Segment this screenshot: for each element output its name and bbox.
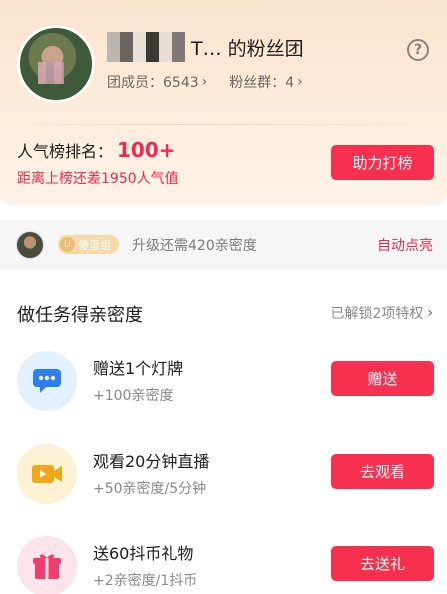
fan-club-header: T… 的粉丝团 ? 团成员：6543 › 粉丝群：4 › 人气榜排名： 100+… xyxy=(0,0,447,205)
chevron-right-icon: › xyxy=(427,305,433,321)
rank-row: 人气榜排名： 100+ xyxy=(17,138,176,162)
task-name: 观看20分钟直播 xyxy=(93,452,210,471)
unlocked-privileges-label: 已解锁2项特权 xyxy=(330,306,424,322)
task-item: 观看20分钟直播 +50亲密度/5分钟 去观看 xyxy=(0,438,447,518)
task-reward: +50亲密度/5分钟 xyxy=(93,481,207,497)
task-name: 送60抖币礼物 xyxy=(93,544,194,563)
go-watch-button[interactable]: 去观看 xyxy=(331,454,434,489)
help-icon[interactable]: ? xyxy=(407,39,429,61)
video-camera-icon xyxy=(17,444,77,504)
task-reward: +100亲密度 xyxy=(93,388,174,404)
divider xyxy=(0,124,447,125)
boost-ranking-button[interactable]: 助力打榜 xyxy=(331,145,434,180)
level-badge: U 傻蛋组 xyxy=(58,235,119,254)
rank-label: 人气榜排名： xyxy=(17,142,114,161)
send-light-button[interactable]: 赠送 xyxy=(331,361,434,396)
fan-groups-link[interactable]: 粉丝群：4 › xyxy=(229,72,303,92)
team-title: T… 的粉丝团 xyxy=(191,37,304,60)
unlocked-privileges-link[interactable]: 已解锁2项特权 › xyxy=(330,303,433,323)
level-badge-text: 傻蛋组 xyxy=(78,238,111,252)
go-send-gift-button[interactable]: 去送礼 xyxy=(331,546,434,581)
task-item: 赠送1个灯牌 +100亲密度 赠送 xyxy=(0,345,447,425)
stats-row: 团成员：6543 › 粉丝群：4 › xyxy=(107,72,325,92)
members-label: 团成员：6543 xyxy=(107,75,199,91)
chevron-right-icon: › xyxy=(201,74,208,90)
task-reward: +2亲密度/1抖币 xyxy=(93,573,198,589)
auto-light-button[interactable]: 自动点亮 xyxy=(377,235,433,255)
title-row: T… 的粉丝团 xyxy=(107,30,304,64)
chat-bubble-icon xyxy=(17,351,77,411)
tasks-section-title: 做任务得亲密度 xyxy=(17,305,143,326)
fan-groups-label: 粉丝群：4 xyxy=(229,75,295,91)
user-avatar xyxy=(16,231,44,259)
task-name: 赠送1个灯牌 xyxy=(93,359,184,378)
level-bar: U 傻蛋组 升级还需420亲密度 自动点亮 xyxy=(0,220,447,270)
host-avatar[interactable] xyxy=(17,25,95,103)
gift-icon xyxy=(17,536,77,594)
chevron-right-icon: › xyxy=(297,74,303,90)
task-item: 送60抖币礼物 +2亲密度/1抖币 去送礼 xyxy=(0,530,447,594)
upgrade-text: 升级还需420亲密度 xyxy=(132,238,257,254)
popularity-gap-text: 距离上榜还差1950人气值 xyxy=(17,171,179,187)
members-link[interactable]: 团成员：6543 › xyxy=(107,72,207,92)
rank-value: 100+ xyxy=(117,138,176,162)
mosaic-censor xyxy=(107,32,185,62)
level-badge-icon: U xyxy=(60,237,75,252)
